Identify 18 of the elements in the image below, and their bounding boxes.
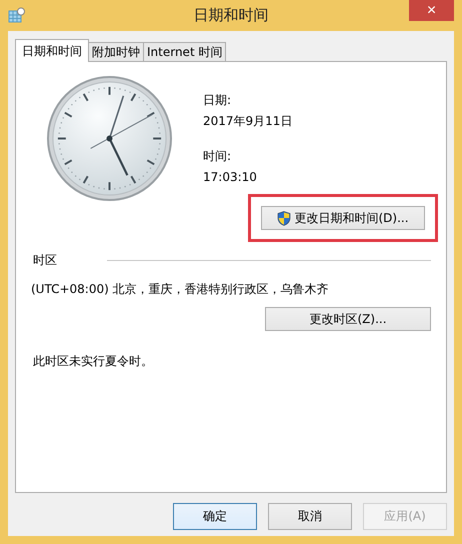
close-button[interactable]: × xyxy=(409,0,454,21)
tab[interactable]: Internet 时间 xyxy=(143,42,226,61)
tab[interactable]: 附加时钟 xyxy=(88,42,144,61)
change-time-zone-button[interactable]: 更改时区(Z)... xyxy=(265,307,431,331)
time-zone-text: (UTC+08:00) 北京，重庆，香港特别行政区，乌鲁木齐 xyxy=(31,281,330,298)
date-label: 日期: xyxy=(203,92,232,109)
change-date-time-button[interactable]: 更改日期和时间(D)... xyxy=(261,206,425,230)
calendar-icon xyxy=(8,7,26,23)
time-value: 17:03:10 xyxy=(203,169,258,186)
date-value: 2017年9月11日 xyxy=(203,113,294,130)
time-label: 时间: xyxy=(203,148,232,165)
group-heading: 时区 xyxy=(33,252,57,268)
dst-note: 此时区未实行夏令时。 xyxy=(33,353,154,370)
tab[interactable]: 日期和时间 xyxy=(15,39,89,62)
cancel-button[interactable]: 取消 xyxy=(268,503,352,530)
window-title: 日期和时间 xyxy=(194,6,268,25)
shield-icon xyxy=(277,210,292,226)
ok-button[interactable]: 确定 xyxy=(173,503,257,530)
